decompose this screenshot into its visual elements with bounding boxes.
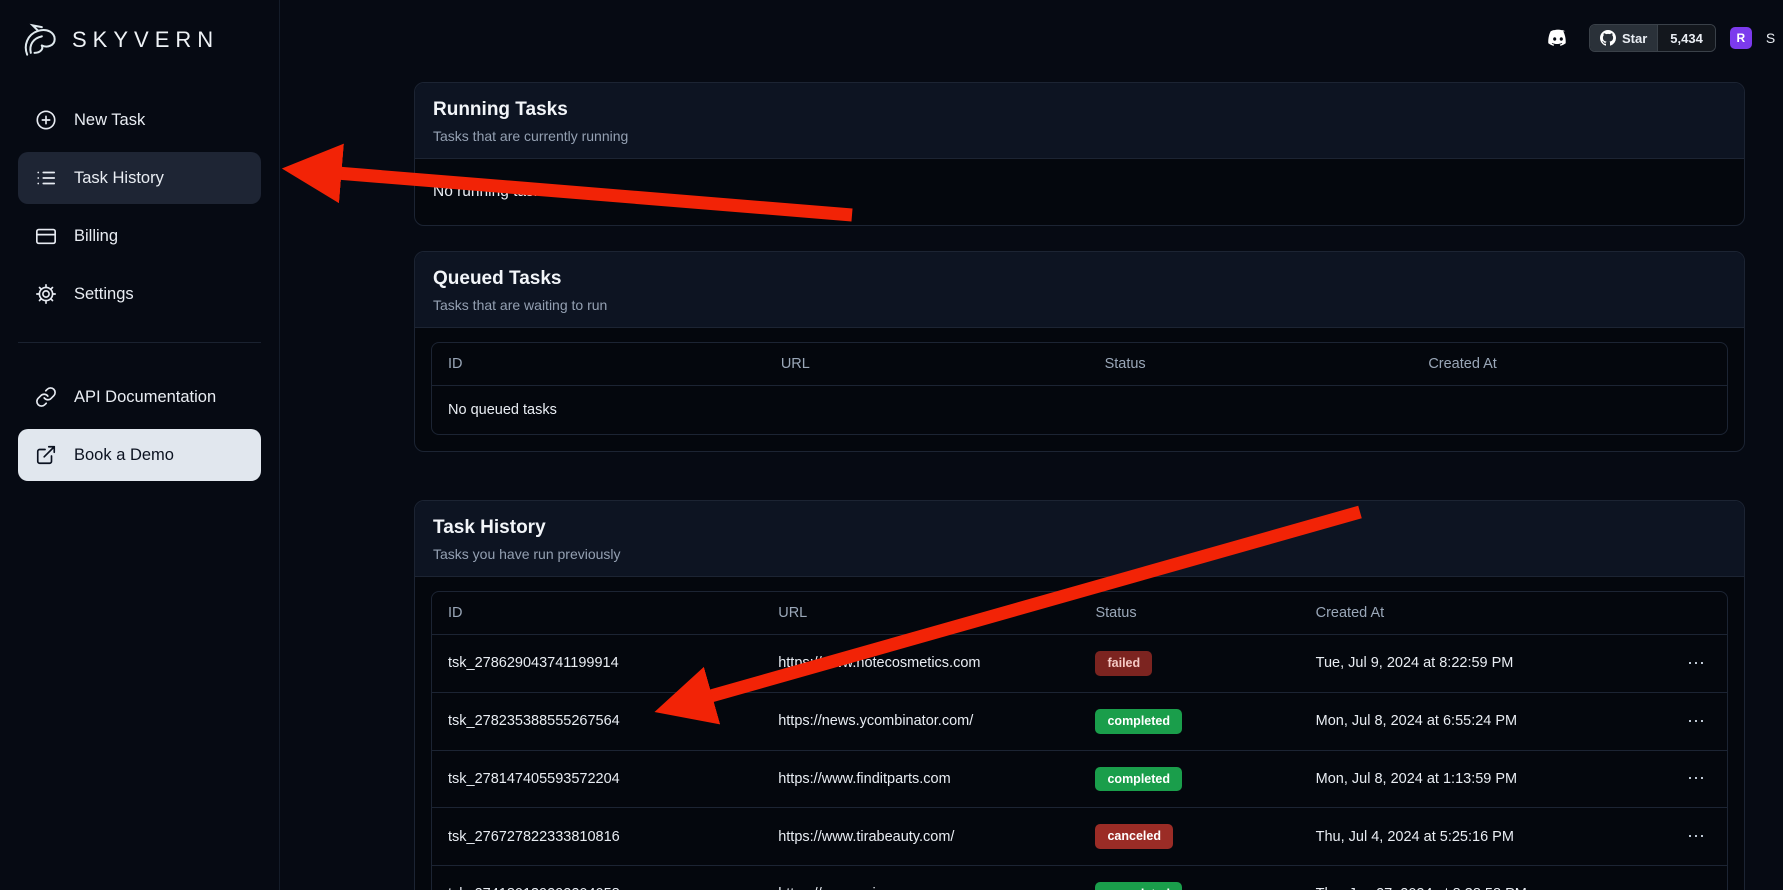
nav-label: Book a Demo <box>74 446 174 465</box>
task-status-cell: failed <box>1079 635 1299 693</box>
nav-label: API Documentation <box>74 388 216 407</box>
sidebar: SKYVERN New Task Task History Billing <box>0 0 280 890</box>
task-history-header: Task History Tasks you have run previous… <box>415 501 1744 577</box>
column-header-status: Status <box>1079 592 1299 635</box>
row-actions-button[interactable]: ⋯ <box>1687 769 1705 787</box>
task-history-subtitle: Tasks you have run previously <box>433 546 1726 562</box>
task-row[interactable]: tsk_278147405593572204https://www.findit… <box>432 750 1727 808</box>
skyvern-logo-icon <box>18 18 62 62</box>
link-icon <box>34 385 58 409</box>
row-actions-button[interactable]: ⋯ <box>1687 712 1705 730</box>
task-row[interactable]: tsk_278235388555267564https://news.ycomb… <box>432 692 1727 750</box>
running-tasks-card: Running Tasks Tasks that are currently r… <box>414 82 1745 226</box>
list-icon <box>34 166 58 190</box>
brand-name: SKYVERN <box>72 27 219 53</box>
sidebar-secondary-nav: API Documentation Book a Demo <box>18 371 261 481</box>
column-header-id: ID <box>432 343 765 386</box>
task-created-cell: Mon, Jul 8, 2024 at 1:13:59 PM <box>1300 750 1671 808</box>
task-url-cell: https://www.notecosmetics.com <box>762 635 1079 693</box>
sidebar-item-task-history[interactable]: Task History <box>18 152 261 204</box>
queued-tasks-empty: No queued tasks <box>432 386 1727 435</box>
sidebar-nav: New Task Task History Billing <box>18 94 261 320</box>
status-badge: failed <box>1095 651 1152 676</box>
task-row[interactable]: tsk_274180139292204058https://www.geico.… <box>432 866 1727 890</box>
nav-label: Billing <box>74 227 118 246</box>
plus-circle-icon <box>34 108 58 132</box>
task-url-cell: https://www.tirabeauty.com/ <box>762 808 1079 866</box>
running-tasks-empty: No running tasks <box>415 159 1744 225</box>
task-id-cell: tsk_276727822333810816 <box>432 808 762 866</box>
queued-tasks-table: ID URL Status Created At No queued tasks <box>431 342 1728 435</box>
task-url-cell: https://news.ycombinator.com/ <box>762 692 1079 750</box>
task-created-cell: Thu, Jun 27, 2024 at 8:38:58 PM <box>1300 866 1671 890</box>
task-id-cell: tsk_278147405593572204 <box>432 750 762 808</box>
skyvern-logo[interactable]: SKYVERN <box>18 14 261 66</box>
task-id-cell: tsk_278235388555267564 <box>432 692 762 750</box>
column-header-actions <box>1671 592 1727 635</box>
task-id-cell: tsk_278629043741199914 <box>432 635 762 693</box>
running-tasks-header: Running Tasks Tasks that are currently r… <box>415 83 1744 159</box>
running-tasks-subtitle: Tasks that are currently running <box>433 128 1726 144</box>
column-header-id: ID <box>432 592 762 635</box>
task-actions-cell: ⋯ <box>1671 866 1727 890</box>
row-actions-button[interactable]: ⋯ <box>1687 654 1705 672</box>
main-content: Running Tasks Tasks that are currently r… <box>280 0 1783 890</box>
column-header-created-at: Created At <box>1300 592 1671 635</box>
running-tasks-title: Running Tasks <box>433 99 1726 121</box>
nav-label: New Task <box>74 111 145 130</box>
row-actions-button[interactable]: ⋯ <box>1687 827 1705 845</box>
task-created-cell: Thu, Jul 4, 2024 at 5:25:16 PM <box>1300 808 1671 866</box>
sidebar-item-settings[interactable]: Settings <box>18 268 261 320</box>
column-header-created-at: Created At <box>1412 343 1727 386</box>
task-row[interactable]: tsk_276727822333810816https://www.tirabe… <box>432 808 1727 866</box>
status-badge: completed <box>1095 767 1182 792</box>
task-status-cell: canceled <box>1079 808 1299 866</box>
task-actions-cell: ⋯ <box>1671 808 1727 866</box>
task-history-title: Task History <box>433 517 1726 539</box>
task-actions-cell: ⋯ <box>1671 692 1727 750</box>
history-table-body: tsk_278629043741199914https://www.noteco… <box>432 635 1727 890</box>
external-link-icon <box>34 443 58 467</box>
credit-card-icon <box>34 224 58 248</box>
task-actions-cell: ⋯ <box>1671 750 1727 808</box>
sidebar-item-api-documentation[interactable]: API Documentation <box>18 371 261 423</box>
row-actions-button[interactable]: ⋯ <box>1687 885 1705 890</box>
queued-table-header-row: ID URL Status Created At <box>432 343 1727 386</box>
task-url-cell: https://www.geico.com <box>762 866 1079 890</box>
column-header-status: Status <box>1089 343 1413 386</box>
queued-tasks-card: Queued Tasks Tasks that are waiting to r… <box>414 251 1745 452</box>
column-header-url: URL <box>762 592 1079 635</box>
status-badge: completed <box>1095 882 1182 890</box>
gear-icon <box>34 282 58 306</box>
task-status-cell: completed <box>1079 750 1299 808</box>
task-actions-cell: ⋯ <box>1671 635 1727 693</box>
sidebar-divider <box>18 342 261 343</box>
sidebar-item-book-a-demo[interactable]: Book a Demo <box>18 429 261 481</box>
task-id-cell: tsk_274180139292204058 <box>432 866 762 890</box>
nav-label: Task History <box>74 169 164 188</box>
task-history-table: ID URL Status Created At tsk_27862904374… <box>431 591 1728 890</box>
task-created-cell: Tue, Jul 9, 2024 at 8:22:59 PM <box>1300 635 1671 693</box>
status-badge: completed <box>1095 709 1182 734</box>
task-status-cell: completed <box>1079 692 1299 750</box>
task-status-cell: completed <box>1079 866 1299 890</box>
task-row[interactable]: tsk_278629043741199914https://www.noteco… <box>432 635 1727 693</box>
queued-tasks-title: Queued Tasks <box>433 268 1726 290</box>
nav-label: Settings <box>74 285 134 304</box>
queued-tasks-subtitle: Tasks that are waiting to run <box>433 297 1726 313</box>
column-header-url: URL <box>765 343 1089 386</box>
sidebar-item-new-task[interactable]: New Task <box>18 94 261 146</box>
task-url-cell: https://www.finditparts.com <box>762 750 1079 808</box>
sidebar-item-billing[interactable]: Billing <box>18 210 261 262</box>
status-badge: canceled <box>1095 824 1173 849</box>
queued-tasks-header: Queued Tasks Tasks that are waiting to r… <box>415 252 1744 328</box>
queued-empty-row: No queued tasks <box>432 386 1727 435</box>
history-table-header-row: ID URL Status Created At <box>432 592 1727 635</box>
task-history-card: Task History Tasks you have run previous… <box>414 500 1745 890</box>
task-created-cell: Mon, Jul 8, 2024 at 6:55:24 PM <box>1300 692 1671 750</box>
